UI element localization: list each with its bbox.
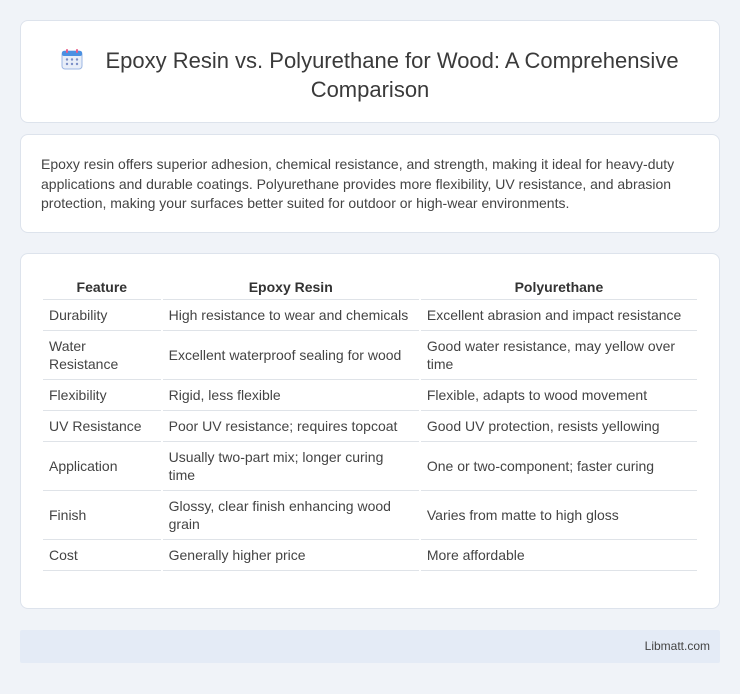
epoxy-cell: Usually two-part mix; longer curing time [162,442,419,491]
feature-cell: Application [43,442,161,491]
page-title: Epoxy Resin vs. Polyurethane for Wood: A… [21,46,719,104]
feature-cell: UV Resistance [43,411,161,442]
polyurethane-cell: More affordable [420,540,697,571]
intro-card: Epoxy resin offers superior adhesion, ch… [20,134,720,233]
comparison-table: Feature Epoxy Resin Polyurethane Durabil… [41,274,699,571]
polyurethane-cell: Good UV protection, resists yellowing [420,411,697,442]
table-row: Durability High resistance to wear and c… [43,300,697,331]
epoxy-cell: Generally higher price [162,540,419,571]
epoxy-cell: Rigid, less flexible [162,380,419,411]
feature-cell: Cost [43,540,161,571]
calendar-icon [61,48,83,70]
header-polyurethane: Polyurethane [420,274,697,300]
table-row: Flexibility Rigid, less flexible Flexibl… [43,380,697,411]
epoxy-cell: Poor UV resistance; requires topcoat [162,411,419,442]
feature-cell: Water Resistance [43,331,161,380]
feature-cell: Durability [43,300,161,331]
feature-cell: Finish [43,491,161,540]
feature-cell: Flexibility [43,380,161,411]
epoxy-cell: High resistance to wear and chemicals [162,300,419,331]
header-epoxy: Epoxy Resin [162,274,419,300]
table-header-row: Feature Epoxy Resin Polyurethane [43,274,697,300]
epoxy-cell: Excellent waterproof sealing for wood [162,331,419,380]
table-row: Cost Generally higher price More afforda… [43,540,697,571]
polyurethane-cell: One or two-component; faster curing [420,442,697,491]
title-text: Epoxy Resin vs. Polyurethane for Wood: A… [105,48,679,102]
table-row: UV Resistance Poor UV resistance; requir… [43,411,697,442]
footer-brand-link[interactable]: Libmatt.com [645,639,710,653]
header-feature: Feature [43,274,161,300]
table-row: Water Resistance Excellent waterproof se… [43,331,697,380]
polyurethane-cell: Good water resistance, may yellow over t… [420,331,697,380]
header-card: Epoxy Resin vs. Polyurethane for Wood: A… [20,20,720,123]
polyurethane-cell: Flexible, adapts to wood movement [420,380,697,411]
intro-text: Epoxy resin offers superior adhesion, ch… [41,156,675,211]
footer-bar: Libmatt.com [20,630,720,663]
table-row: Application Usually two-part mix; longer… [43,442,697,491]
polyurethane-cell: Varies from matte to high gloss [420,491,697,540]
table-row: Finish Glossy, clear finish enhancing wo… [43,491,697,540]
polyurethane-cell: Excellent abrasion and impact resistance [420,300,697,331]
comparison-card: Feature Epoxy Resin Polyurethane Durabil… [20,253,720,609]
epoxy-cell: Glossy, clear finish enhancing wood grai… [162,491,419,540]
